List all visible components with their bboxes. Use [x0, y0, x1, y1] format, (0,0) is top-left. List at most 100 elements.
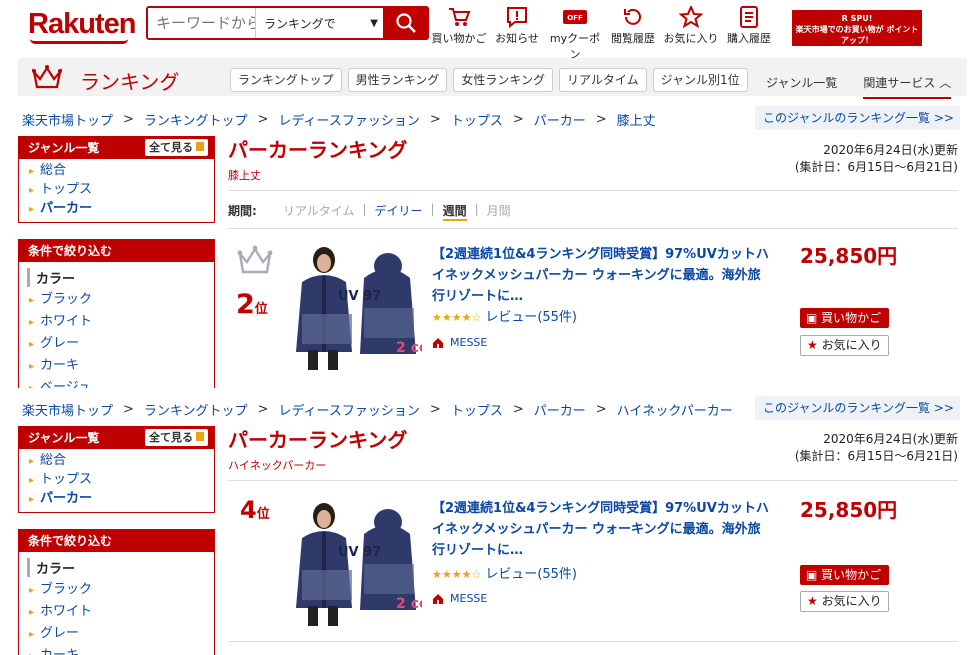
add-to-cart-button[interactable]: ▣ 買い物かご [800, 565, 889, 585]
color-filter-label: カラー [27, 268, 214, 287]
review-count-link[interactable]: レビュー(55件) [485, 567, 577, 582]
spu-badge: R SPU! [841, 14, 873, 23]
product-price: 25,850円 [800, 498, 898, 522]
colors-badge: 2 colors [396, 340, 422, 356]
star-rating-icon: ★★★★☆ [432, 311, 482, 324]
color-filter-list: ブラック ホワイト グレー カーキ [19, 577, 214, 655]
svg-text:OFF: OFF [567, 14, 583, 22]
genre-item: 総合 [29, 162, 214, 181]
add-to-cart-button[interactable]: ▣ 買い物かご [800, 308, 889, 328]
star-icon [679, 6, 703, 28]
shop-icon [433, 593, 443, 604]
genre-list-link[interactable]: ジャンル一覧 [766, 74, 837, 99]
period-selector: 期間: リアルタイム | デイリー | 週間 | 月間 [228, 202, 511, 221]
cart-icon: ▣ [806, 568, 818, 582]
related-services-link[interactable]: 関連サービス ︿ [863, 74, 952, 99]
page-title: パーカーランキング [228, 138, 408, 162]
nav-purchase-history[interactable]: 購入履歴 [720, 4, 778, 62]
color-option: ブラック [29, 289, 214, 311]
genre-ranking-list-link[interactable]: このジャンルのランキング一覧 >> [755, 396, 960, 420]
breadcrumb-item[interactable]: 膝上丈 [617, 110, 656, 129]
nav-coupon[interactable]: OFF myクーポン [546, 4, 604, 62]
add-favorite-button[interactable]: ★ お気に入り [800, 335, 889, 356]
updated-date: 2020年6月24日(水)更新 [823, 143, 958, 157]
nav-cart[interactable]: 買い物かご [430, 4, 488, 62]
breadcrumb-item[interactable]: 楽天市場トップ [22, 400, 113, 419]
genre-item: トップス [29, 181, 214, 200]
see-all-button[interactable]: 全て見る [145, 429, 208, 446]
genre-list: 総合 トップス パーカー [19, 159, 214, 222]
breadcrumb-item[interactable]: パーカー [534, 110, 586, 129]
ranking-links: ジャンル一覧 関連サービス ︿ [766, 74, 952, 99]
header-nav: 買い物かご お知らせ OFF myクーポン 閲覧履歴 お気に入り 購入履歴 [430, 4, 778, 62]
breadcrumb-item[interactable]: レディースファッション [278, 400, 419, 419]
period-label: 期間: [228, 204, 257, 218]
review-count-link[interactable]: レビュー(55件) [485, 310, 577, 325]
nav-favorites[interactable]: お気に入り [662, 4, 720, 62]
breadcrumb-item[interactable]: 楽天市場トップ [22, 110, 113, 129]
star-icon: ★ [807, 338, 818, 352]
breadcrumb-item[interactable]: ランキングトップ [144, 400, 248, 419]
nav-notice[interactable]: お知らせ [488, 4, 546, 62]
shop-icon [433, 337, 443, 348]
product-image[interactable]: UV 97 2 colors [292, 242, 422, 372]
nav-cart-label: 買い物かご [431, 32, 487, 45]
chevron-down-icon: ▼ [370, 17, 378, 29]
product-title-link[interactable]: 【2週連続1位&4ランキング同時受賞】97%UVカットハイネックメッシュパーカー… [432, 498, 772, 561]
rank-number: 2位 [236, 289, 268, 320]
breadcrumb-item[interactable]: パーカー [534, 400, 586, 419]
see-all-button[interactable]: 全て見る [145, 139, 208, 156]
divider [228, 228, 958, 229]
ranking-title[interactable]: ランキング [80, 66, 179, 95]
breadcrumb-item[interactable]: レディースファッション [278, 110, 419, 129]
shop-link[interactable]: MESSE [432, 336, 487, 349]
product-image[interactable]: UV 97 2 colors [292, 498, 422, 628]
filter-sidebar-head: 条件で絞り込む [19, 530, 214, 552]
add-favorite-button[interactable]: ★ お気に入り [800, 591, 889, 612]
color-filter-label: カラー [27, 558, 214, 577]
genre-item: 総合 [29, 452, 214, 471]
tab-women-ranking[interactable]: 女性ランキング [453, 68, 553, 92]
breadcrumb-item[interactable]: ランキングトップ [144, 110, 248, 129]
genre-sidebar: ジャンル一覧 全て見る 総合 トップス パーカー [18, 136, 215, 223]
page-title: パーカーランキング [228, 428, 408, 452]
divider [228, 190, 958, 191]
color-filter-list: ブラック ホワイト グレー カーキ ベージュ [19, 287, 214, 388]
search-input[interactable] [148, 8, 256, 38]
tab-genre-top[interactable]: ジャンル別1位 [652, 68, 748, 92]
nav-history-label: 閲覧履歴 [611, 32, 655, 45]
color-option: カーキ [29, 355, 214, 377]
tab-men-ranking[interactable]: 男性ランキング [347, 68, 448, 92]
period-realtime: リアルタイム [282, 204, 355, 218]
tab-realtime[interactable]: リアルタイム [558, 68, 647, 92]
genre-item: パーカー [29, 490, 214, 509]
spu-banner[interactable]: R SPU! 楽天市場でのお買い物が ポイントアップ！ [792, 10, 922, 46]
ranking-nav-bar: ランキング ランキングトップ 男性ランキング 女性ランキング リアルタイム ジャ… [18, 58, 967, 99]
filter-sidebar: 条件で絞り込む カラー ブラック ホワイト グレー カーキ ベージュ [18, 239, 215, 388]
period-range: (集計日：6月15日〜6月21日) [794, 449, 958, 463]
review-rating: ★★★★☆ レビュー(55件) [432, 563, 577, 582]
nav-notice-label: お知らせ [495, 32, 539, 45]
breadcrumb-item[interactable]: ハイネックパーカー [617, 400, 733, 419]
color-option: ホワイト [29, 311, 214, 333]
coupon-icon: OFF [563, 10, 587, 24]
rakuten-logo[interactable]: Rakuten [28, 8, 136, 41]
star-rating-icon: ★★★★☆ [432, 568, 482, 581]
breadcrumb-item[interactable]: トップス [451, 110, 503, 129]
receipt-icon [740, 6, 758, 28]
nav-history[interactable]: 閲覧履歴 [604, 4, 662, 62]
search-button[interactable] [383, 6, 429, 40]
breadcrumb-item[interactable]: トップス [451, 400, 503, 419]
tab-ranking-top[interactable]: ランキングトップ [230, 68, 342, 92]
color-option: カーキ [29, 645, 214, 655]
period-monthly: 月間 [486, 204, 511, 218]
shop-link[interactable]: MESSE [432, 592, 487, 605]
genre-item: トップス [29, 471, 214, 490]
period-daily[interactable]: デイリー [375, 202, 423, 221]
search-scope-select[interactable]: ランキングで ▼ [256, 8, 384, 38]
colors-badge: 2 colors [396, 596, 422, 612]
genre-ranking-list-link[interactable]: このジャンルのランキング一覧 >> [755, 106, 960, 130]
notice-icon [507, 7, 527, 28]
genre-list: 総合 トップス パーカー [19, 449, 214, 512]
product-title-link[interactable]: 【2週連続1位&4ランキング同時受賞】97%UVカットハイネックメッシュパーカー… [432, 244, 772, 307]
